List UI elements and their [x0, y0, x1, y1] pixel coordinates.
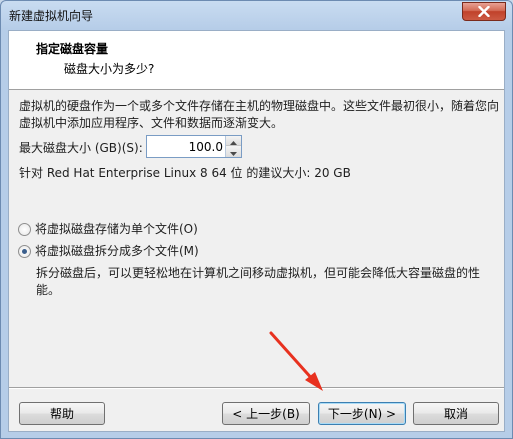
- footer-divider: [9, 387, 504, 389]
- cancel-button[interactable]: 取消: [413, 402, 499, 425]
- close-icon: [478, 6, 490, 17]
- radio-single-label[interactable]: 将虚拟磁盘存储为单个文件(O): [35, 221, 198, 238]
- radio-split-files[interactable]: 将虚拟磁盘拆分成多个文件(M): [18, 243, 199, 260]
- back-button[interactable]: < 上一步(B): [222, 402, 310, 425]
- max-disk-size-label: 最大磁盘大小 (GB)(S):: [19, 141, 143, 155]
- radio-single-file[interactable]: 将虚拟磁盘存储为单个文件(O): [18, 221, 198, 238]
- next-button[interactable]: 下一步(N) >: [318, 402, 406, 425]
- help-button[interactable]: 帮助: [19, 402, 105, 425]
- title-bar[interactable]: 新建虚拟机向导: [1, 1, 512, 29]
- window-title: 新建虚拟机向导: [9, 9, 94, 23]
- split-description: 拆分磁盘后，可以更轻松地在计算机之间移动虚拟机，但可能会降低大容量磁盘的性能。: [36, 266, 481, 297]
- radio-split-indicator[interactable]: [18, 245, 31, 258]
- close-button[interactable]: [462, 2, 506, 21]
- radio-single-indicator[interactable]: [18, 223, 31, 236]
- radio-split-label[interactable]: 将虚拟磁盘拆分成多个文件(M): [35, 243, 199, 260]
- stepper-arrows: [225, 136, 241, 157]
- page-subtitle: 磁盘大小为多少?: [64, 62, 155, 76]
- chevron-down-icon: [230, 145, 237, 159]
- disk-size-stepper[interactable]: [146, 135, 242, 158]
- wizard-window: 新建虚拟机向导 指定磁盘容量 磁盘大小为多少? 虚拟机的硬盘作为一个或多个文件存…: [0, 0, 513, 439]
- stepper-down-button[interactable]: [226, 146, 241, 157]
- recommended-size-text: 针对 Red Hat Enterprise Linux 8 64 位 的建议大小…: [19, 166, 351, 180]
- page-title: 指定磁盘容量: [36, 42, 109, 56]
- wizard-body: 指定磁盘容量 磁盘大小为多少? 虚拟机的硬盘作为一个或多个文件存储在主机的物理磁…: [8, 30, 505, 432]
- disk-size-input[interactable]: [149, 138, 223, 155]
- wizard-header: 指定磁盘容量 磁盘大小为多少?: [9, 31, 504, 90]
- disk-description: 虚拟机的硬盘作为一个或多个文件存储在主机的物理磁盘中。这些文件最初很小，随着您向…: [19, 99, 500, 130]
